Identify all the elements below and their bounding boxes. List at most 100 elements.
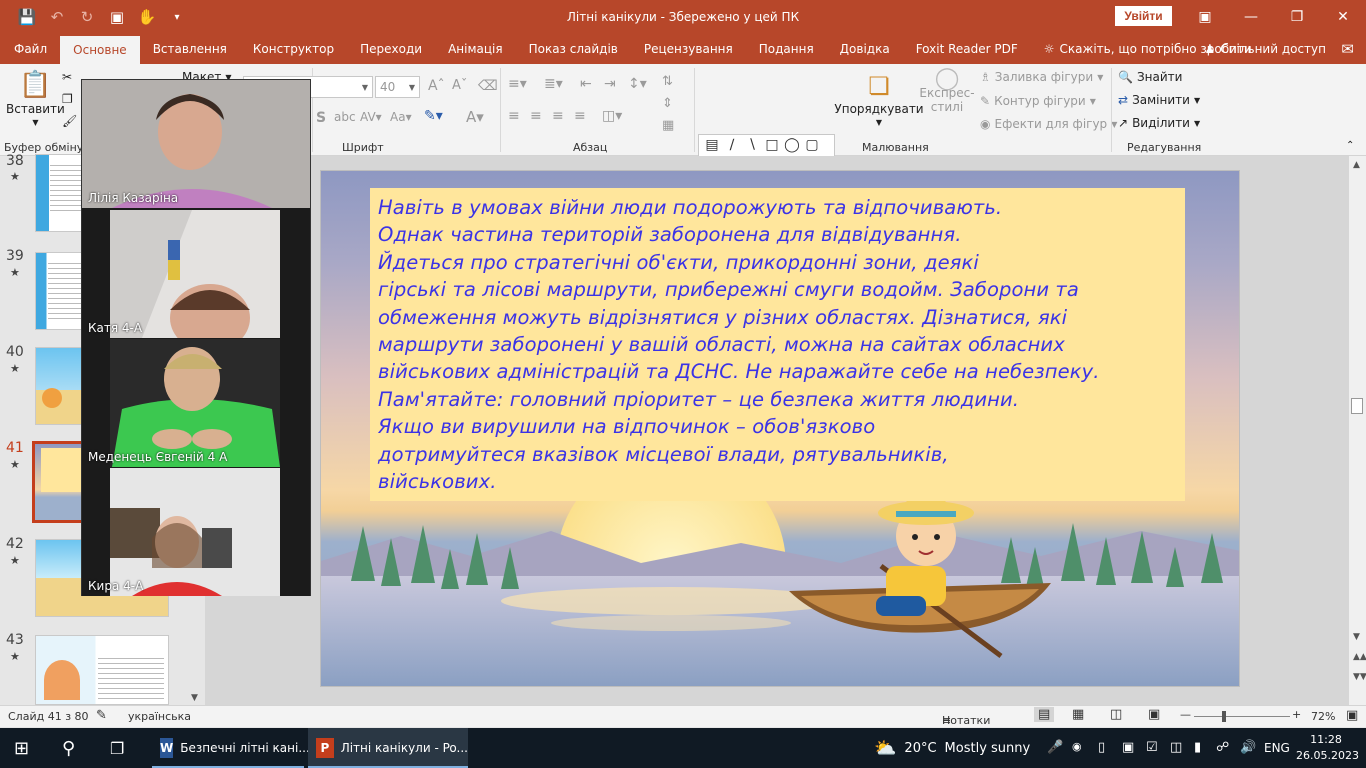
video-tile-participant[interactable]: Кира 4-А: [82, 468, 310, 596]
tab-slideshow[interactable]: Показ слайдів: [516, 34, 631, 64]
oval-shape-icon[interactable]: ◯: [784, 137, 800, 153]
taskbar-word-app[interactable]: W Безпечні літні кані...: [152, 728, 310, 768]
increase-font-icon[interactable]: Aˆ: [428, 78, 445, 94]
fit-to-window-icon[interactable]: ▣: [1346, 708, 1358, 723]
collapse-ribbon-icon[interactable]: ⌃: [1346, 140, 1354, 151]
customize-toolbar-icon[interactable]: ▾: [164, 4, 190, 30]
start-slideshow-icon[interactable]: ▣: [104, 4, 130, 30]
tab-help[interactable]: Довідка: [827, 34, 903, 64]
arrange-button[interactable]: ❏ Упорядкувати ▼: [834, 72, 923, 127]
usb-icon[interactable]: ◫: [1170, 740, 1182, 755]
scroll-up-icon[interactable]: ▲: [1353, 160, 1360, 170]
decrease-font-icon[interactable]: Aˇ: [452, 78, 467, 93]
zoom-slider[interactable]: [1194, 716, 1290, 717]
line-shape-icon[interactable]: ∕: [730, 137, 735, 153]
copy-icon[interactable]: ❐: [62, 92, 73, 106]
microphone-icon[interactable]: 🎤: [1047, 740, 1063, 755]
comments-icon[interactable]: ✉: [1341, 40, 1354, 58]
replace-button[interactable]: ⇄ Замінити ▼: [1118, 93, 1200, 107]
save-icon[interactable]: 💾: [14, 4, 40, 30]
reading-view-icon[interactable]: ◫: [1110, 707, 1122, 722]
align-text-icon[interactable]: ⇕: [662, 96, 673, 111]
input-language[interactable]: ENG: [1264, 741, 1290, 755]
slide-text-box[interactable]: Навіть в умовах війни люди подорожують т…: [370, 188, 1185, 501]
align-right-icon[interactable]: ≡: [552, 108, 564, 124]
quick-styles-button[interactable]: ◯ Експрес- стилі: [919, 68, 974, 115]
text-direction-icon[interactable]: ⇅: [662, 74, 673, 89]
highlight-icon[interactable]: ✎▾: [424, 108, 443, 124]
sign-in-button[interactable]: Увійти: [1115, 6, 1172, 26]
tab-animations[interactable]: Анімація: [435, 34, 516, 64]
paste-button[interactable]: 📋 Вставити ▼: [6, 70, 65, 127]
video-call-panel[interactable]: Лілія Казаріна Катя 4-А Меденець Євгеній…: [81, 79, 311, 596]
system-clock[interactable]: 11:28 26.05.2023: [1296, 732, 1359, 764]
textbox-shape-icon[interactable]: ▤: [705, 137, 718, 153]
increase-indent-icon[interactable]: ⇥: [604, 76, 616, 92]
minimize-button[interactable]: —: [1228, 0, 1274, 34]
battery-icon[interactable]: ▮: [1194, 740, 1201, 755]
tab-foxit[interactable]: Foxit Reader PDF: [903, 34, 1031, 64]
scroll-down-icon[interactable]: ▼: [1353, 632, 1360, 642]
editor-scrollbar[interactable]: ▲ ▼ ▲▲ ▼▼: [1349, 156, 1366, 705]
find-button[interactable]: 🔍 Знайти: [1118, 70, 1182, 84]
zoom-in-icon[interactable]: +: [1292, 708, 1301, 721]
shape-fill-button[interactable]: ♗ Заливка фігури ▼: [980, 70, 1103, 84]
clipboard-tray-icon[interactable]: ▯: [1098, 740, 1105, 755]
scroll-thumb[interactable]: [1351, 398, 1363, 414]
tab-insert[interactable]: Вставлення: [140, 34, 240, 64]
slide-thumbnail-43[interactable]: [35, 635, 169, 705]
select-button[interactable]: ↗ Виділити ▼: [1118, 116, 1200, 130]
share-button[interactable]: ♟ Спільний доступ: [1205, 34, 1327, 64]
normal-view-icon[interactable]: ▤: [1034, 707, 1055, 722]
line-shape-icon[interactable]: ∖: [748, 137, 757, 153]
align-left-icon[interactable]: ≡: [508, 108, 520, 124]
bullets-icon[interactable]: ≡▾: [508, 76, 527, 92]
video-tile-participant[interactable]: Катя 4-А: [82, 210, 310, 338]
slide-sorter-icon[interactable]: ▦: [1072, 707, 1084, 722]
zoom-slider-thumb[interactable]: [1222, 711, 1226, 722]
ribbon-display-options-icon[interactable]: ▣: [1182, 0, 1228, 34]
zoom-out-icon[interactable]: —: [1180, 708, 1191, 721]
smartart-icon[interactable]: ▦: [662, 118, 674, 133]
tab-transitions[interactable]: Переходи: [347, 34, 435, 64]
tab-view[interactable]: Подання: [746, 34, 827, 64]
clear-formatting-icon[interactable]: ⌫: [478, 78, 498, 94]
network-icon[interactable]: ☍: [1216, 740, 1229, 755]
task-view-icon[interactable]: ❐: [110, 728, 124, 768]
shadow-icon[interactable]: S: [316, 110, 326, 126]
next-slide-icon[interactable]: ▼▼: [1353, 672, 1366, 682]
zoom-level[interactable]: 72%: [1311, 710, 1335, 723]
volume-icon[interactable]: 🔊: [1240, 740, 1256, 755]
change-case-icon[interactable]: Aa▾: [390, 110, 412, 124]
video-tile-participant[interactable]: Меденець Євгеній 4 А: [82, 339, 310, 467]
align-center-icon[interactable]: ≡: [530, 108, 542, 124]
taskbar-powerpoint-app[interactable]: P Літні канікули - Po...: [308, 728, 468, 768]
tab-design[interactable]: Конструктор: [240, 34, 347, 64]
columns-icon[interactable]: ◫▾: [602, 108, 622, 124]
numbering-icon[interactable]: ≣▾: [544, 76, 563, 92]
font-color-icon[interactable]: A▾: [466, 108, 484, 126]
slide-canvas[interactable]: Навіть в умовах війни люди подорожують т…: [320, 170, 1240, 687]
rounded-rect-shape-icon[interactable]: ▢: [805, 137, 818, 153]
slideshow-view-icon[interactable]: ▣: [1148, 707, 1160, 722]
shape-effects-button[interactable]: ◉ Ефекти для фігур ▼: [980, 117, 1117, 131]
previous-slide-icon[interactable]: ▲▲: [1353, 652, 1366, 662]
search-icon[interactable]: ⚲: [62, 728, 75, 768]
tab-home[interactable]: Основне: [60, 36, 140, 64]
zoom-app-icon[interactable]: ◉: [1072, 740, 1082, 753]
shape-outline-button[interactable]: ✎ Контур фігури ▼: [980, 94, 1096, 108]
close-button[interactable]: ✕: [1320, 0, 1366, 34]
tab-review[interactable]: Рецензування: [631, 34, 746, 64]
strikethrough-icon[interactable]: abc: [334, 110, 356, 124]
line-spacing-icon[interactable]: ↕▾: [628, 76, 647, 92]
format-painter-icon[interactable]: 🖌: [62, 114, 77, 128]
check-tray-icon[interactable]: ☑: [1146, 740, 1158, 755]
language-indicator[interactable]: українська: [128, 710, 191, 723]
font-size-input[interactable]: 40 ▼: [375, 76, 420, 98]
cut-icon[interactable]: ✂: [62, 70, 72, 84]
spellcheck-icon[interactable]: ✎: [96, 708, 107, 723]
maximize-button[interactable]: ❐: [1274, 0, 1320, 34]
decrease-indent-icon[interactable]: ⇤: [580, 76, 592, 92]
tab-file[interactable]: Файл: [0, 34, 60, 64]
scroll-down-icon[interactable]: ▼: [191, 693, 198, 703]
